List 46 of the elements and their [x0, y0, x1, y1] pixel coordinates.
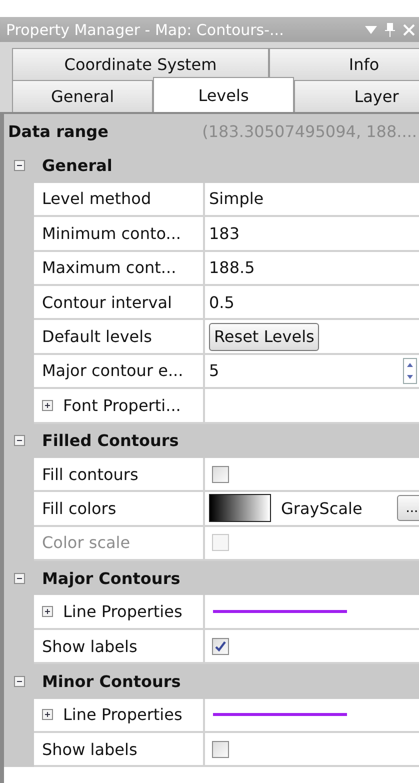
section-header[interactable]: Filled Contours — [34, 424, 205, 458]
expand-icon[interactable] — [42, 400, 53, 411]
tab[interactable]: Levels — [153, 77, 294, 112]
browse-button[interactable]: ... — [397, 495, 419, 522]
collapse-icon[interactable] — [14, 572, 24, 584]
collapse-icon[interactable] — [14, 435, 24, 446]
property-label: Contour interval — [34, 286, 205, 320]
property-label: Fill contours — [34, 458, 205, 492]
tab[interactable]: Coordinate System — [12, 48, 269, 80]
property-value[interactable]: 0.5 — [209, 292, 234, 312]
property-label: Major contour e... — [34, 354, 205, 390]
gradient-swatch — [209, 494, 271, 522]
section-header[interactable]: Major Contours — [34, 561, 205, 596]
section-header[interactable]: Minor Contours — [34, 664, 205, 699]
property-label: Fill colors — [34, 492, 205, 527]
property-label: Line Properties — [63, 602, 182, 622]
property-label: Minimum conto... — [34, 217, 205, 252]
property-value[interactable]: Simple — [209, 189, 264, 208]
checkbox[interactable] — [212, 466, 229, 483]
property-label: Color scale — [34, 526, 205, 562]
tab[interactable]: Info — [269, 48, 419, 80]
expand-icon[interactable] — [42, 709, 53, 720]
checkbox[interactable] — [212, 740, 229, 758]
property-label: Show labels — [34, 630, 205, 664]
property-value: (183.30507495094, 188.... — [201, 120, 418, 143]
property-label: Data range — [7, 120, 108, 143]
property-label: Maximum cont... — [34, 252, 205, 286]
window-title: Property Manager - Map: Contours-... — [6, 20, 285, 38]
property-value[interactable]: 5 — [209, 361, 220, 380]
collapse-icon[interactable] — [14, 676, 24, 687]
tab[interactable]: General — [12, 80, 153, 112]
section-header[interactable]: General — [34, 148, 205, 183]
tab[interactable]: Layer — [294, 80, 419, 112]
property-label: Font Properti... — [63, 396, 181, 415]
property-label: Show labels — [34, 733, 205, 768]
checkbox[interactable] — [212, 638, 229, 655]
property-value[interactable]: GrayScale — [281, 498, 362, 518]
property-label: Line Properties — [63, 705, 182, 724]
collapse-icon[interactable] — [14, 160, 24, 172]
property-label: Default levels — [34, 320, 205, 355]
reset-button[interactable]: Reset Levels — [209, 322, 320, 351]
spinner-icon[interactable] — [403, 358, 417, 384]
property-label: Level method — [34, 182, 205, 218]
property-value[interactable]: 188.5 — [209, 258, 255, 278]
expand-icon[interactable] — [42, 606, 53, 618]
property-value[interactable]: 183 — [209, 224, 240, 243]
